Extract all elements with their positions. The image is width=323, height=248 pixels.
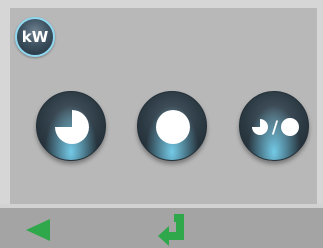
- screen-frame-left: [0, 0, 10, 204]
- display-screen: kW /: [0, 0, 323, 248]
- partial-load-pie-icon: [55, 110, 89, 144]
- kw-unit-badge[interactable]: kW: [15, 17, 55, 57]
- toggle-separator: /: [272, 118, 279, 138]
- screen-frame-top: [0, 0, 323, 8]
- partial-load-button[interactable]: [36, 91, 106, 161]
- full-load-button[interactable]: [137, 91, 207, 161]
- back-button[interactable]: [24, 218, 52, 242]
- partial-full-load-button[interactable]: /: [239, 91, 309, 161]
- kw-unit-label: kW: [21, 28, 49, 46]
- enter-return-icon: [158, 214, 184, 246]
- partial-full-load-toggle-icon: /: [252, 118, 299, 138]
- back-arrow-icon: [26, 219, 50, 241]
- screen-frame-right: [317, 0, 323, 204]
- enter-button[interactable]: [155, 212, 187, 246]
- full-load-circle-icon: [156, 110, 190, 144]
